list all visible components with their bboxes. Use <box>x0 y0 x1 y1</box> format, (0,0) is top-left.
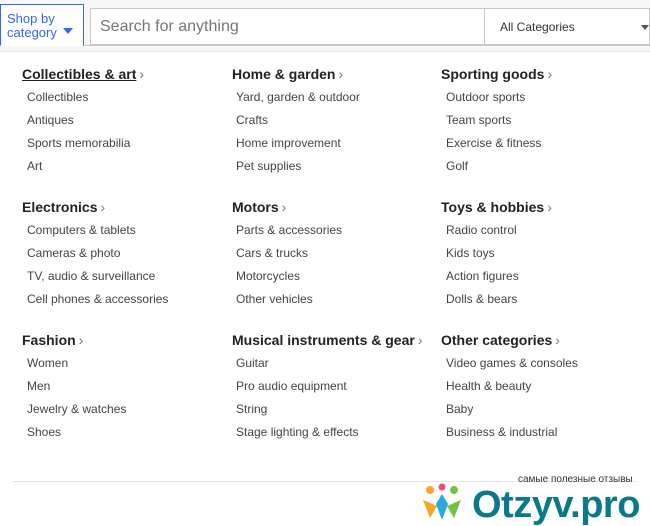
category-link[interactable]: Cars & trucks <box>236 246 308 260</box>
category-heading[interactable]: Other categories › <box>441 332 560 348</box>
shop-by-category-label: Shop by category <box>7 11 57 40</box>
category-link[interactable]: Cell phones & accessories <box>27 292 168 306</box>
chevron-right-icon: › <box>139 66 145 82</box>
caret-down-icon <box>63 28 73 34</box>
category-link[interactable]: Other vehicles <box>236 292 313 306</box>
category-link[interactable]: Computers & tablets <box>27 223 136 237</box>
shop-by-category-button[interactable]: Shop by category <box>0 4 84 46</box>
category-link[interactable]: Motorcycles <box>236 269 300 283</box>
category-link[interactable]: Outdoor sports <box>446 90 525 104</box>
category-link[interactable]: Video games & consoles <box>446 356 578 370</box>
category-link[interactable]: Home improvement <box>236 136 341 150</box>
category-link[interactable]: Team sports <box>446 113 511 127</box>
chevron-right-icon: › <box>417 332 423 348</box>
chevron-right-icon: › <box>281 199 287 215</box>
category-heading[interactable]: Motors › <box>232 199 286 215</box>
category-heading[interactable]: Home & garden › <box>232 66 343 82</box>
category-link[interactable]: Jewelry & watches <box>27 402 126 416</box>
category-link[interactable]: Action figures <box>446 269 519 283</box>
watermark: самые полезные отзывы Otzyv.pro <box>408 472 650 526</box>
category-link[interactable]: Business & industrial <box>446 425 557 439</box>
chevron-right-icon: › <box>100 199 106 215</box>
category-link[interactable]: Shoes <box>27 425 61 439</box>
category-link[interactable]: Dolls & bears <box>446 292 517 306</box>
category-link[interactable]: Guitar <box>236 356 269 370</box>
category-heading[interactable]: Electronics › <box>22 199 105 215</box>
chevron-right-icon: › <box>78 332 84 348</box>
category-heading[interactable]: Toys & hobbies › <box>441 199 552 215</box>
category-link[interactable]: Exercise & fitness <box>446 136 541 150</box>
category-link[interactable]: Parts & accessories <box>236 223 342 237</box>
category-link[interactable]: Sports memorabilia <box>27 136 130 150</box>
chevron-right-icon: › <box>547 66 553 82</box>
category-link[interactable]: Stage lighting & effects <box>236 425 359 439</box>
category-heading[interactable]: Musical instruments & gear › <box>232 332 423 348</box>
category-heading[interactable]: Collectibles & art › <box>22 66 144 82</box>
category-link[interactable]: Men <box>27 379 50 393</box>
chevron-right-icon: › <box>555 332 560 348</box>
category-link[interactable]: Pet supplies <box>236 159 301 173</box>
category-menu: Collectibles & art › Collectibles Antique… <box>0 0 650 470</box>
category-link[interactable]: String <box>236 402 267 416</box>
category-link[interactable]: Golf <box>446 159 468 173</box>
category-link[interactable]: Yard, garden & outdoor <box>236 90 360 104</box>
category-link[interactable]: Antiques <box>27 113 74 127</box>
category-heading[interactable]: Fashion › <box>22 332 83 348</box>
category-heading[interactable]: Sporting goods › <box>441 66 552 82</box>
category-link[interactable]: Pro audio equipment <box>236 379 347 393</box>
watermark-logo: Otzyv.pro <box>472 484 640 526</box>
category-link[interactable]: Radio control <box>446 223 517 237</box>
category-link[interactable]: Kids toys <box>446 246 495 260</box>
chevron-right-icon: › <box>338 66 344 82</box>
category-link[interactable]: Health & beauty <box>446 379 531 393</box>
category-link[interactable]: Women <box>27 356 68 370</box>
category-link[interactable]: Collectibles <box>27 90 88 104</box>
category-link[interactable]: Crafts <box>236 113 268 127</box>
category-link[interactable]: Baby <box>446 402 473 416</box>
category-link[interactable]: TV, audio & surveillance <box>27 269 155 283</box>
category-link[interactable]: Cameras & photo <box>27 246 120 260</box>
people-logo-icon <box>423 483 461 520</box>
category-link[interactable]: Art <box>27 159 42 173</box>
chevron-right-icon: › <box>547 199 552 215</box>
